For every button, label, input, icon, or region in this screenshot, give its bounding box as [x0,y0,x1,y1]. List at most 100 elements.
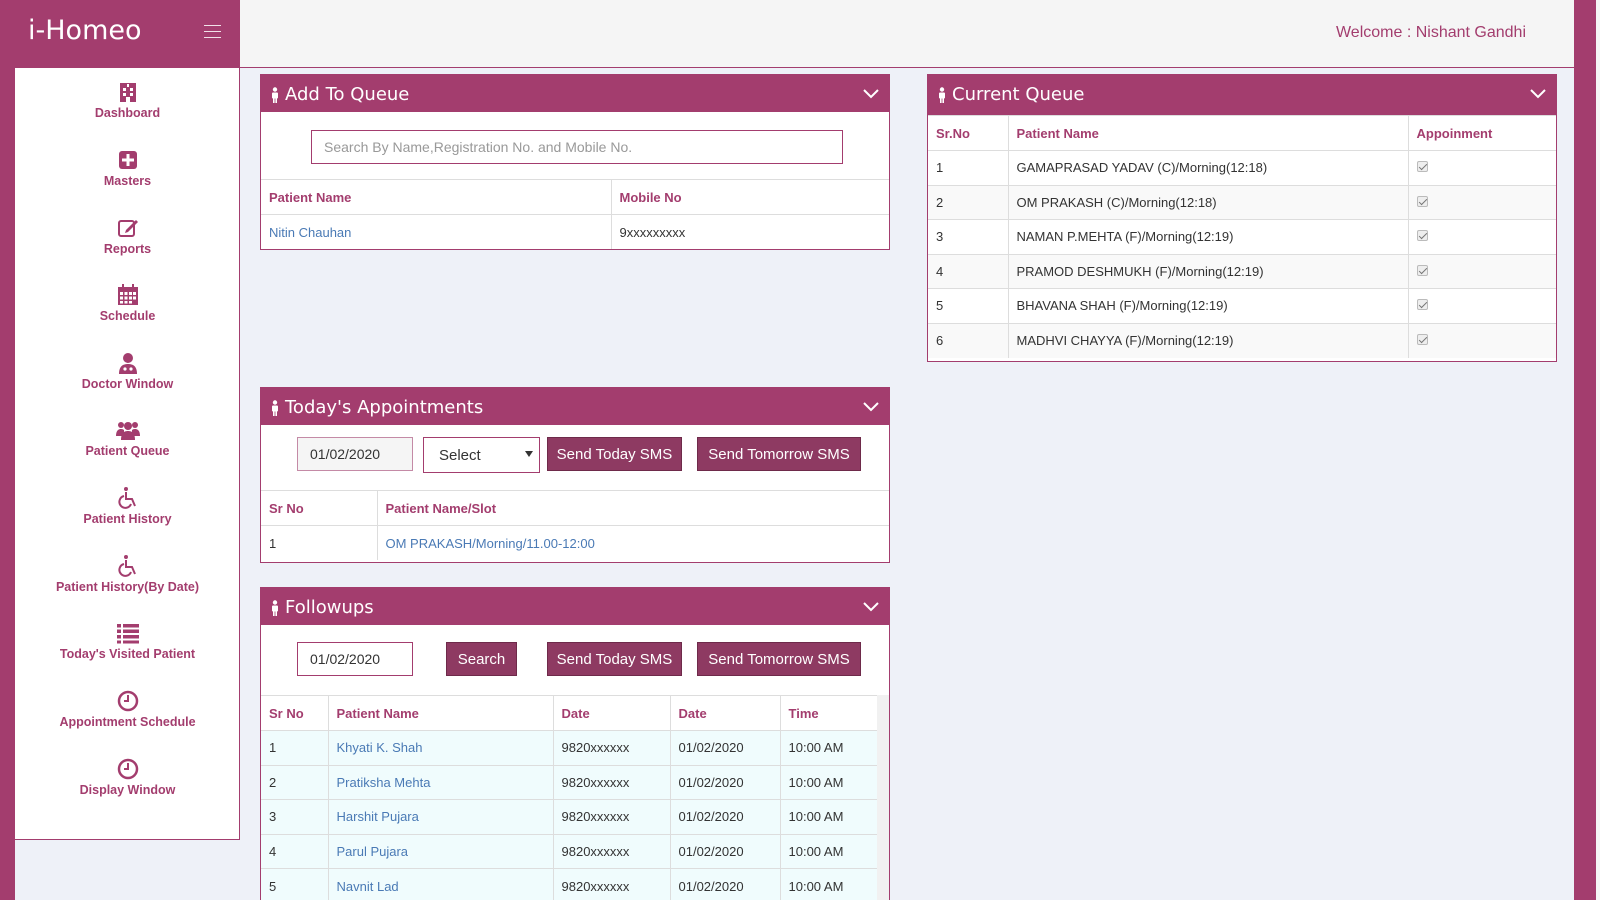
person-icon [272,400,278,416]
column-header: Mobile No [611,179,889,215]
patient-name-link[interactable]: Parul Pujara [337,844,409,859]
sidebar-item-label: Doctor Window [81,377,174,391]
send-tomorrow-sms-button[interactable]: Send Tomorrow SMS [697,437,861,471]
patient-name-link[interactable]: Navnit Lad [337,879,399,894]
table-row: 1 OM PRAKASH/Morning/11.00-12:00 [261,525,889,560]
panel-header: Add To Queue [261,75,889,112]
table-scrollbar[interactable] [877,695,889,900]
appointment-date-field[interactable]: 01/02/2020 [297,437,413,471]
sidebar-item-label: Display Window [79,783,176,797]
column-header: Sr No [261,490,378,526]
chevron-down-icon[interactable] [863,600,879,612]
column-header: Patient Name [328,695,554,731]
time-cell: 10:00 AM [780,730,877,765]
menu-toggle-icon[interactable] [204,25,221,39]
appointment-checkbox[interactable] [1416,299,1428,311]
sidebar-item-reports[interactable]: Reports [15,216,240,276]
mobile-cell: 9820xxxxxx [553,764,671,800]
send-today-sms-button[interactable]: Send Today SMS [547,642,682,676]
sidebar-item-patient-history[interactable]: Patient History [15,486,240,546]
table-row: 6 MADHVI CHAYYA (F)/Morning(12:19) [928,322,1556,358]
sr-no-cell: 2 [261,764,329,800]
chevron-down-icon[interactable] [1530,87,1546,99]
time-cell: 10:00 AM [780,764,877,800]
app-logo: i-Homeo [28,15,142,46]
sr-no-cell: 1 [928,150,1009,185]
table-row: 2 Pratiksha Mehta 9820xxxxxx 01/02/2020 10:0… [261,764,877,800]
send-today-sms-button[interactable]: Send Today SMS [547,437,682,471]
sidebar-item-display-window[interactable]: Display Window [15,757,240,817]
send-tomorrow-sms-button[interactable]: Send Tomorrow SMS [697,642,861,676]
appointment-checkbox[interactable] [1416,230,1428,242]
column-header: Patient Name/Slot [377,490,889,526]
todays-appointments-panel: Today's Appointments 01/02/2020 Select S… [260,387,890,563]
chevron-down-icon[interactable] [863,400,879,412]
sr-no-cell: 4 [928,253,1009,289]
sidebar-item-appointment-schedule[interactable]: Appointment Schedule [15,689,240,749]
wheelchair-icon [117,487,136,509]
patient-name-link[interactable]: Pratiksha Mehta [337,775,431,790]
patient-name-link[interactable]: Nitin Chauhan [269,225,351,240]
app-window: i-Homeo Welcome : Nishant Gandhi Dashboa… [15,0,1574,900]
table-row: Nitin Chauhan 9xxxxxxxxx [261,214,889,249]
patient-name-link[interactable]: Khyati K. Shah [337,740,423,755]
table-row: 4 PRAMOD DESHMUKH (F)/Morning(12:19) [928,253,1556,289]
person-icon [939,87,945,103]
column-header: Appoinment [1408,115,1556,151]
sidebar-item-doctor-window[interactable]: Doctor Window [15,351,240,411]
clock-icon [117,758,138,780]
patient-name-cell: GAMAPRASAD YADAV (C)/Morning(12:18) [1008,150,1409,185]
sidebar-item-masters[interactable]: Masters [15,148,240,208]
patient-name-cell: NAMAN P.MEHTA (F)/Morning(12:19) [1008,219,1409,254]
slot-select[interactable]: Select [423,437,540,473]
sr-no-cell: 5 [261,868,329,900]
table-row: 3 Harshit Pujara 9820xxxxxx 01/02/2020 10:00… [261,799,877,834]
appointment-checkbox[interactable] [1416,264,1428,276]
column-header: Sr.No [928,115,1009,151]
select-value: Select [439,447,481,464]
column-header: Sr No [261,695,329,731]
sr-no-cell: 1 [261,525,378,560]
sidebar-item-label: Today's Visited Patient [59,647,196,661]
appointment-checkbox[interactable] [1416,334,1428,345]
clock-icon [117,690,138,712]
person-icon [272,600,278,616]
column-header: Time [780,695,877,731]
sr-no-cell: 5 [928,288,1009,323]
sr-no-cell: 2 [928,184,1009,220]
followup-date-field[interactable]: 01/02/2020 [297,642,413,676]
sidebar-item-label: Dashboard [94,106,161,120]
appointment-checkbox[interactable] [1416,195,1428,207]
sidebar-item-schedule[interactable]: Schedule [15,283,240,343]
mobile-cell: 9820xxxxxx [553,730,671,765]
sr-no-cell: 3 [928,219,1009,254]
sidebar-item-patient-history-by-date[interactable]: Patient History(By Date) [15,554,240,614]
wheelchair-icon [117,555,136,577]
panel-title: Current Queue [952,84,1085,105]
sidebar-item-todays-visited-patient[interactable]: Today's Visited Patient [15,621,240,681]
mobile-cell: 9820xxxxxx [553,799,671,834]
time-cell: 10:00 AM [780,868,877,900]
sidebar-item-patient-queue[interactable]: Patient Queue [15,418,240,478]
panel-header: Today's Appointments [261,388,889,425]
patient-search-input[interactable]: Search By Name,Registration No. and Mobi… [311,130,843,164]
page-scrollbar[interactable] [1582,0,1600,900]
column-header: Patient Name [261,179,612,215]
search-button[interactable]: Search [446,642,517,676]
appointment-slot-link[interactable]: OM PRAKASH/Morning/11.00-12:00 [386,536,595,551]
date-cell: 01/02/2020 [670,833,781,869]
followups-panel: Followups 01/02/2020 Search Send Today S… [260,587,890,900]
sidebar-item-label: Schedule [99,309,156,323]
chevron-down-icon[interactable] [863,87,879,99]
table-row: 1 Khyati K. Shah 9820xxxxxx 01/02/2020 10:00… [261,730,877,765]
patient-name-link[interactable]: Harshit Pujara [337,809,419,824]
patient-name-cell: PRAMOD DESHMUKH (F)/Morning(12:19) [1008,253,1409,289]
table-row: 3 NAMAN P.MEHTA (F)/Morning(12:19) [928,219,1556,254]
sidebar-item-label: Reports [103,242,152,256]
table-row: 5 Navnit Lad 9820xxxxxx 01/02/2020 10:00 AM [261,868,877,900]
appointment-checkbox[interactable] [1416,161,1428,173]
panel-title: Followups [285,597,374,618]
edit-icon [117,220,138,237]
sidebar-item-dashboard[interactable]: Dashboard [15,80,240,140]
sidebar-item-label: Patient History [83,512,172,526]
